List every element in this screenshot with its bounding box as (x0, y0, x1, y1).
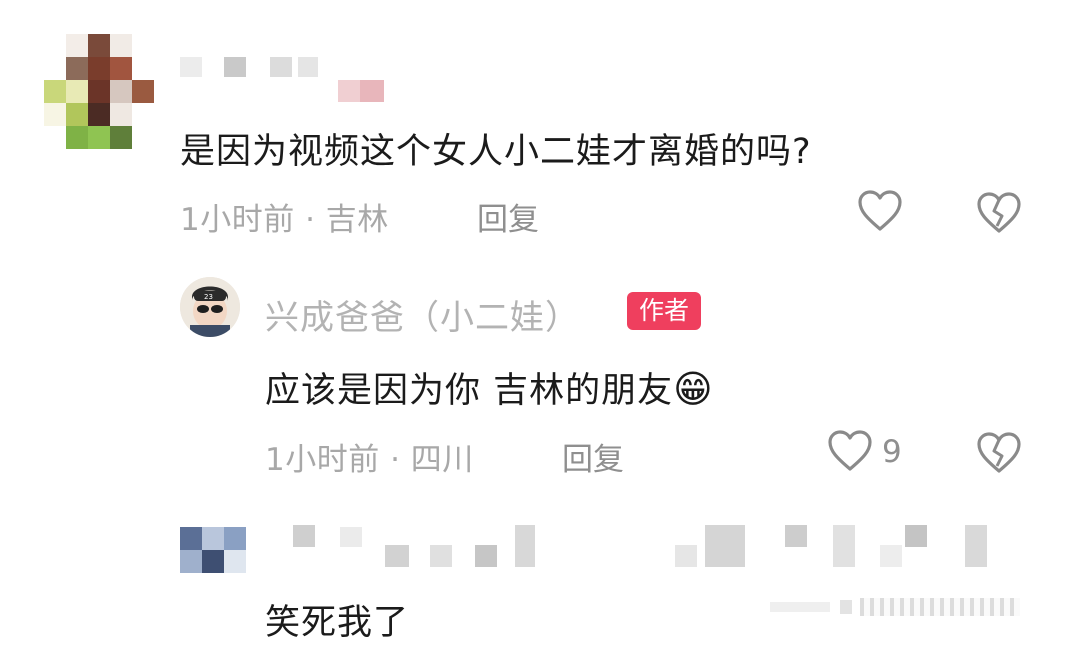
reply-button[interactable]: 回复 (477, 194, 539, 239)
grin-emoji: 😁 (673, 367, 714, 411)
heart-outline-icon[interactable] (857, 190, 903, 232)
watermark-redacted (770, 598, 1050, 618)
author-badge: 作者 (627, 292, 702, 330)
avatar[interactable] (180, 527, 248, 575)
avatar[interactable]: 23 (180, 277, 240, 337)
heart-outline-icon[interactable] (827, 430, 873, 472)
comment-meta: 1小时前 · 吉林 (180, 202, 389, 238)
comment-text-body: 应该是因为你 吉林的朋友 (265, 371, 674, 411)
comment-text: 应该是因为你 吉林的朋友😁 (265, 362, 714, 413)
avatar[interactable] (44, 34, 156, 150)
reply-button[interactable]: 回复 (562, 434, 624, 479)
username-redacted[interactable] (180, 57, 320, 79)
badge-redacted (338, 80, 384, 102)
like-count: 9 (882, 434, 902, 470)
username-redacted[interactable] (265, 525, 995, 570)
author-username[interactable]: 兴成爸爸（小二娃） (265, 290, 580, 339)
comment-text: 笑死我了 (265, 603, 410, 643)
comment-text: 是因为视频这个女人小二娃才离婚的吗? (180, 132, 812, 172)
comment-meta: 1小时前 · 四川 (265, 442, 474, 478)
svg-text:23: 23 (204, 293, 213, 301)
broken-heart-icon[interactable] (976, 192, 1022, 234)
broken-heart-icon[interactable] (976, 432, 1022, 474)
